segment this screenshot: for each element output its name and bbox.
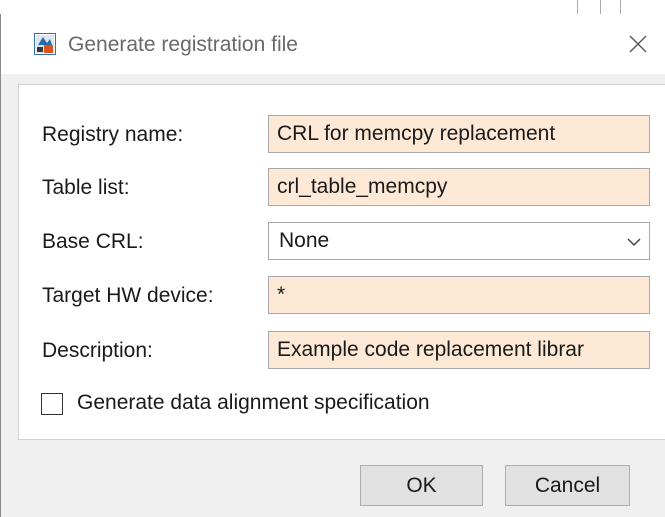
registry-name-field[interactable]: CRL for memcpy replacement — [268, 115, 650, 153]
description-field[interactable]: Example code replacement librar — [268, 331, 650, 369]
dialog-title: Generate registration file — [68, 33, 298, 56]
cancel-button[interactable]: Cancel — [505, 465, 630, 506]
background-divider — [600, 0, 601, 14]
registration-dialog: Generate registration file Registry name… — [0, 14, 665, 517]
form-panel: Registry name: CRL for memcpy replacemen… — [18, 84, 665, 440]
base-crl-selected-value: None — [279, 229, 330, 252]
data-alignment-checkbox-label[interactable]: Generate data alignment specification — [77, 390, 430, 416]
table-list-field[interactable]: crl_table_memcpy — [268, 168, 650, 206]
data-alignment-checkbox[interactable] — [41, 393, 63, 415]
background-window — [0, 0, 665, 14]
target-hw-field[interactable]: * — [268, 276, 650, 314]
background-divider — [577, 0, 578, 14]
close-icon[interactable] — [628, 34, 648, 54]
chevron-down-icon — [627, 238, 641, 247]
background-divider — [620, 0, 621, 14]
base-crl-select[interactable]: None — [268, 222, 650, 260]
description-label: Description: — [42, 339, 153, 362]
ok-button[interactable]: OK — [360, 465, 483, 506]
base-crl-label: Base CRL: — [42, 230, 144, 253]
registry-name-label: Registry name: — [42, 123, 184, 146]
target-hw-label: Target HW device: — [42, 284, 214, 307]
simulink-app-icon — [34, 33, 56, 55]
title-bar: Generate registration file — [1, 14, 665, 74]
table-list-label: Table list: — [42, 176, 130, 199]
